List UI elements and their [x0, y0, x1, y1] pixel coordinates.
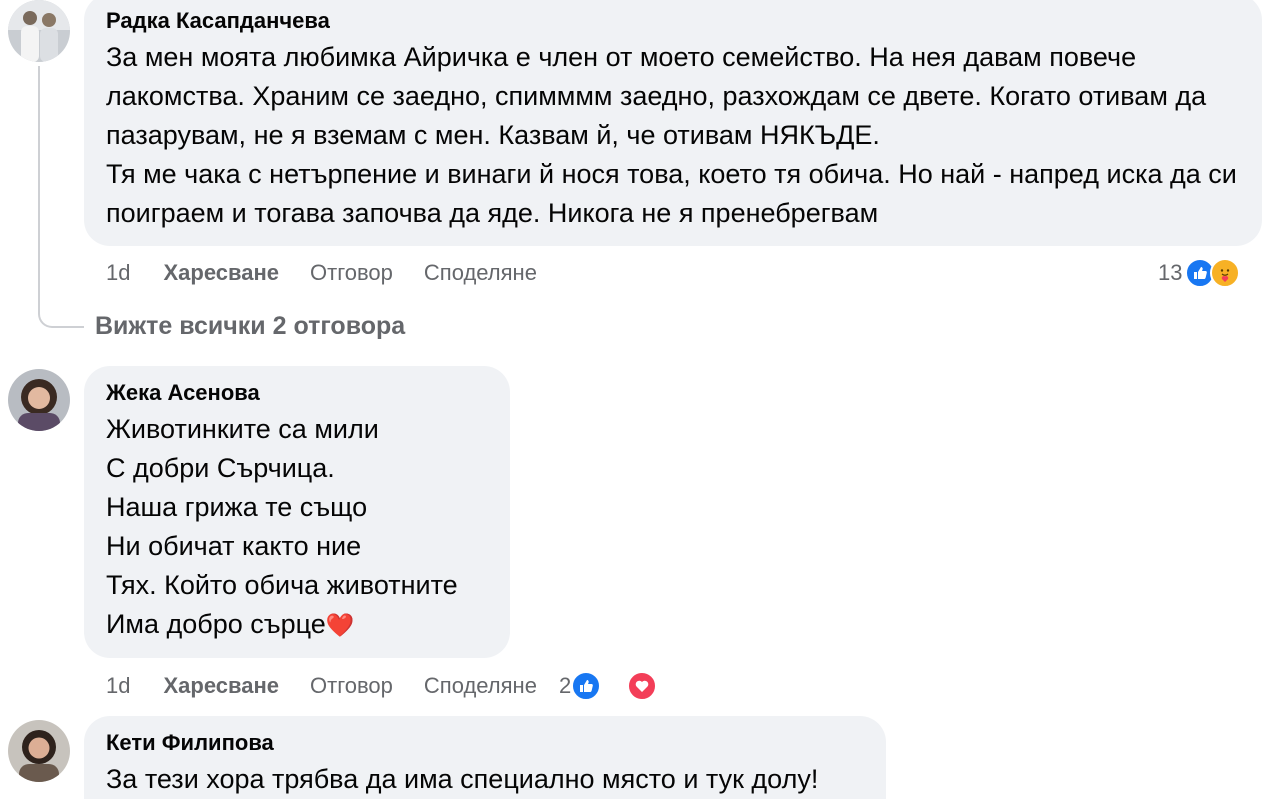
profile-photo-icon — [8, 369, 70, 431]
comment-bubble: Радка Касапданчева За мен моята любимка … — [84, 0, 1262, 246]
heart-emoji: ❤️ — [325, 612, 355, 638]
share-button[interactable]: Споделяне — [424, 673, 537, 699]
comment-text: За мен моята любимка Айричка е член от м… — [106, 42, 1237, 228]
comment-author[interactable]: Жека Асенова — [106, 380, 490, 406]
reaction-summary[interactable]: 13 — [1158, 258, 1241, 288]
comment-bubble: Жека Асенова Животинките са мили С добри… — [84, 366, 510, 658]
comment-actions: 1d Харесване Отговор Споделяне 2 — [106, 671, 719, 701]
reaction-count: 2 — [558, 673, 572, 698]
comment-text: За тези хора трябва да има специално мяс… — [106, 764, 819, 794]
reaction-count: 13 — [1158, 260, 1183, 285]
comment-time: 1d — [106, 673, 131, 698]
comment-text: Животинките са мили С добри Сърчица. Наш… — [106, 414, 458, 639]
view-replies-link[interactable]: Вижте всички 2 отговора — [95, 312, 405, 341]
reply-button[interactable]: Отговор — [310, 673, 393, 699]
like-icon — [571, 671, 602, 701]
profile-photo-icon — [8, 720, 70, 782]
like-button[interactable]: Харесване — [163, 673, 279, 699]
reply-button[interactable]: Отговор — [310, 260, 393, 286]
comments-thread: Радка Касапданчева За мен моята любимка … — [0, 0, 1266, 799]
reaction-summary[interactable]: 2 — [559, 671, 688, 701]
love-icon — [627, 671, 658, 701]
profile-photo-icon — [8, 0, 70, 62]
comment-time: 1d — [106, 260, 131, 285]
reply-thread-line — [38, 66, 84, 328]
comment-bubble: Кети Филипова За тези хора трябва да има… — [84, 716, 886, 799]
avatar[interactable] — [8, 720, 70, 782]
comment-author[interactable]: Радка Касапданчева — [106, 8, 1238, 34]
comment-author[interactable]: Кети Филипова — [106, 730, 866, 756]
care-icon — [1210, 258, 1241, 288]
avatar[interactable] — [8, 369, 70, 431]
avatar[interactable] — [8, 0, 70, 62]
share-button[interactable]: Споделяне — [424, 260, 537, 286]
like-button[interactable]: Харесване — [163, 260, 279, 286]
comment-actions: 1d Харесване Отговор Споделяне — [106, 258, 568, 288]
